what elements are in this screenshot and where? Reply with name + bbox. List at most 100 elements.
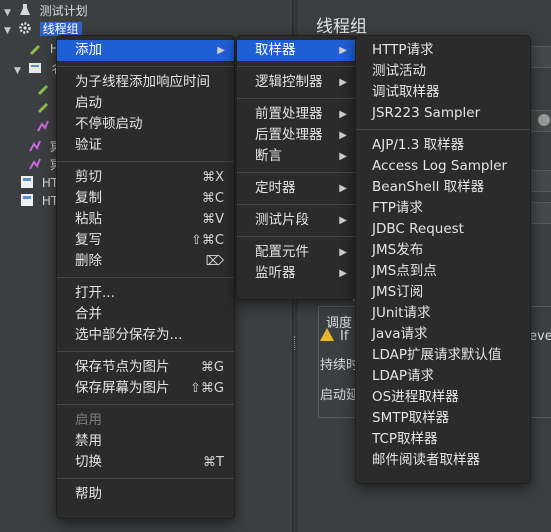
menu-item-sampler[interactable]: 取样器 ▶ [237, 40, 356, 61]
expand-arrow-icon[interactable]: ▼ [4, 22, 14, 40]
menu-item-save-selection-as[interactable]: 选中部分保存为... [57, 325, 234, 346]
menu-item-merge[interactable]: 合并 [57, 304, 234, 325]
menu-item-add-response-time[interactable]: 为子线程添加响应时间 [57, 72, 234, 93]
menu-item-label: 监听器 [255, 265, 296, 281]
menu-item-timer[interactable]: 定时器 ▶ [237, 178, 356, 199]
menu-item-add[interactable]: 添加 ▶ [57, 40, 234, 61]
menu-item-label: 粘贴 [75, 211, 102, 227]
menu-separator [237, 172, 356, 173]
menu-item-ftp-request[interactable]: FTP请求 [356, 198, 530, 219]
tree-node[interactable]: ▼ 彳 [14, 60, 62, 78]
menu-item-label: JSR223 Sampler [372, 105, 481, 121]
tree-node[interactable] [36, 118, 54, 136]
menu-item-label: 取样器 [255, 42, 296, 58]
menu-item-label: JUnit请求 [372, 305, 431, 321]
menu-item-beanshell-sampler[interactable]: BeanShell 取样器 [356, 177, 530, 198]
menu-item-label: AJP/1.3 取样器 [372, 137, 465, 153]
shortcut-label: ⌘V [202, 212, 224, 227]
menu-item-java-request[interactable]: Java请求 [356, 324, 530, 345]
menu-item-label: TCP取样器 [372, 431, 438, 447]
menu-item-label: 前置处理器 [255, 106, 323, 122]
menu-item-save-screen-image[interactable]: 保存屏幕为图片 ⇧⌘G [57, 378, 234, 399]
menu-item-smtp-sampler[interactable]: SMTP取样器 [356, 408, 530, 429]
shortcut-label: ⌘C [201, 191, 224, 206]
menu-item-label: 定时器 [255, 180, 296, 196]
menu-separator [237, 236, 356, 237]
menu-item-ajp-sampler[interactable]: AJP/1.3 取样器 [356, 135, 530, 156]
menu-item-config-element[interactable]: 配置元件 ▶ [237, 242, 356, 263]
tree-node[interactable]: HT [20, 192, 58, 210]
tree-node[interactable] [36, 98, 54, 116]
expand-arrow-icon[interactable]: ▼ [14, 62, 24, 80]
tree-node-label: 测试计划 [39, 4, 88, 18]
menu-item-http-request[interactable]: HTTP请求 [356, 40, 530, 61]
menu-item-save-node-image[interactable]: 保存节点为图片 ⌘G [57, 357, 234, 378]
menu-item-logic-controller[interactable]: 逻辑控制器 ▶ [237, 72, 356, 93]
menu-item-label: FTP请求 [372, 200, 423, 216]
menu-item-toggle[interactable]: 切换 ⌘T [57, 452, 234, 473]
menu-item-label: SMTP取样器 [372, 410, 450, 426]
submenu-arrow-icon: ▶ [339, 247, 347, 258]
startup-delay-label: 启动延 [320, 388, 360, 403]
menu-item-label: BeanShell 取样器 [372, 179, 485, 195]
delete-key-icon: ⌦ [205, 254, 224, 269]
menu-separator [57, 351, 234, 352]
warning-icon [320, 328, 334, 341]
tree-node-test-plan[interactable]: ▼ 测试计划 [4, 2, 88, 20]
menu-item-jms-subscriber[interactable]: JMS订阅 [356, 282, 530, 303]
menu-item-delete[interactable]: 删除 ⌦ [57, 251, 234, 272]
menu-item-start[interactable]: 启动 [57, 93, 234, 114]
menu-item-mail-reader-sampler[interactable]: 邮件阅读者取样器 [356, 450, 530, 471]
menu-item-ldap-request[interactable]: LDAP请求 [356, 366, 530, 387]
tree-node[interactable] [36, 80, 54, 98]
menu-item-test-action[interactable]: 测试活动 [356, 61, 530, 82]
warning-text: If [340, 329, 349, 344]
menu-item-label: Access Log Sampler [372, 158, 508, 174]
menu-item-cut[interactable]: 剪切 ⌘X [57, 167, 234, 188]
menu-item-open[interactable]: 打开... [57, 283, 234, 304]
menu-item-duplicate[interactable]: 复写 ⇧⌘C [57, 230, 234, 251]
submenu-arrow-icon: ▶ [339, 183, 347, 194]
menu-separator [237, 66, 356, 67]
menu-item-junit-request[interactable]: JUnit请求 [356, 303, 530, 324]
menu-item-paste[interactable]: 粘贴 ⌘V [57, 209, 234, 230]
listener-icon [29, 140, 41, 152]
menu-separator [356, 129, 530, 130]
menu-item-validate[interactable]: 验证 [57, 135, 234, 156]
menu-item-post-processor[interactable]: 后置处理器 ▶ [237, 125, 356, 146]
submenu-arrow-icon: ▶ [339, 268, 347, 279]
menu-item-os-process-sampler[interactable]: OS进程取样器 [356, 387, 530, 408]
menu-item-jsr223-sampler[interactable]: JSR223 Sampler [356, 103, 530, 124]
menu-item-label: JMS点到点 [372, 263, 437, 279]
menu-item-assertion[interactable]: 断言 ▶ [237, 146, 356, 167]
menu-item-pre-processor[interactable]: 前置处理器 ▶ [237, 104, 356, 125]
tree-node[interactable]: H [28, 40, 59, 58]
radio-button[interactable] [538, 114, 550, 126]
tree-node[interactable]: HT [20, 174, 58, 192]
menu-item-label: 删除 [75, 253, 102, 269]
menu-item-disable[interactable]: 禁用 [57, 431, 234, 452]
menu-item-jms-publisher[interactable]: JMS发布 [356, 240, 530, 261]
sampler-icon [38, 103, 48, 113]
menu-item-jms-point-to-point[interactable]: JMS点到点 [356, 261, 530, 282]
menu-item-label: 选中部分保存为... [75, 327, 183, 343]
menu-item-label: 邮件阅读者取样器 [372, 452, 480, 468]
menu-item-help[interactable]: 帮助 [57, 484, 234, 505]
menu-item-label: 添加 [75, 42, 102, 58]
menu-item-jdbc-request[interactable]: JDBC Request [356, 219, 530, 240]
menu-item-debug-sampler[interactable]: 调试取样器 [356, 82, 530, 103]
menu-item-access-log-sampler[interactable]: Access Log Sampler [356, 156, 530, 177]
menu-item-tcp-sampler[interactable]: TCP取样器 [356, 429, 530, 450]
submenu-arrow-icon: ▶ [339, 109, 347, 120]
menu-item-start-no-pause[interactable]: 不停顿启动 [57, 114, 234, 135]
menu-item-ldap-extended-request-defaults[interactable]: LDAP扩展请求默认值 [356, 345, 530, 366]
menu-item-listener[interactable]: 监听器 ▶ [237, 263, 356, 284]
menu-item-label: 合并 [75, 306, 102, 322]
submenu-arrow-icon: ▶ [339, 215, 347, 226]
menu-item-copy[interactable]: 复制 ⌘C [57, 188, 234, 209]
menu-item-label: 禁用 [75, 433, 102, 449]
menu-item-label: 启用 [75, 412, 102, 428]
menu-item-label: 复写 [75, 232, 102, 248]
menu-item-test-fragment[interactable]: 测试片段 ▶ [237, 210, 356, 231]
submenu-arrow-icon: ▶ [339, 45, 347, 56]
